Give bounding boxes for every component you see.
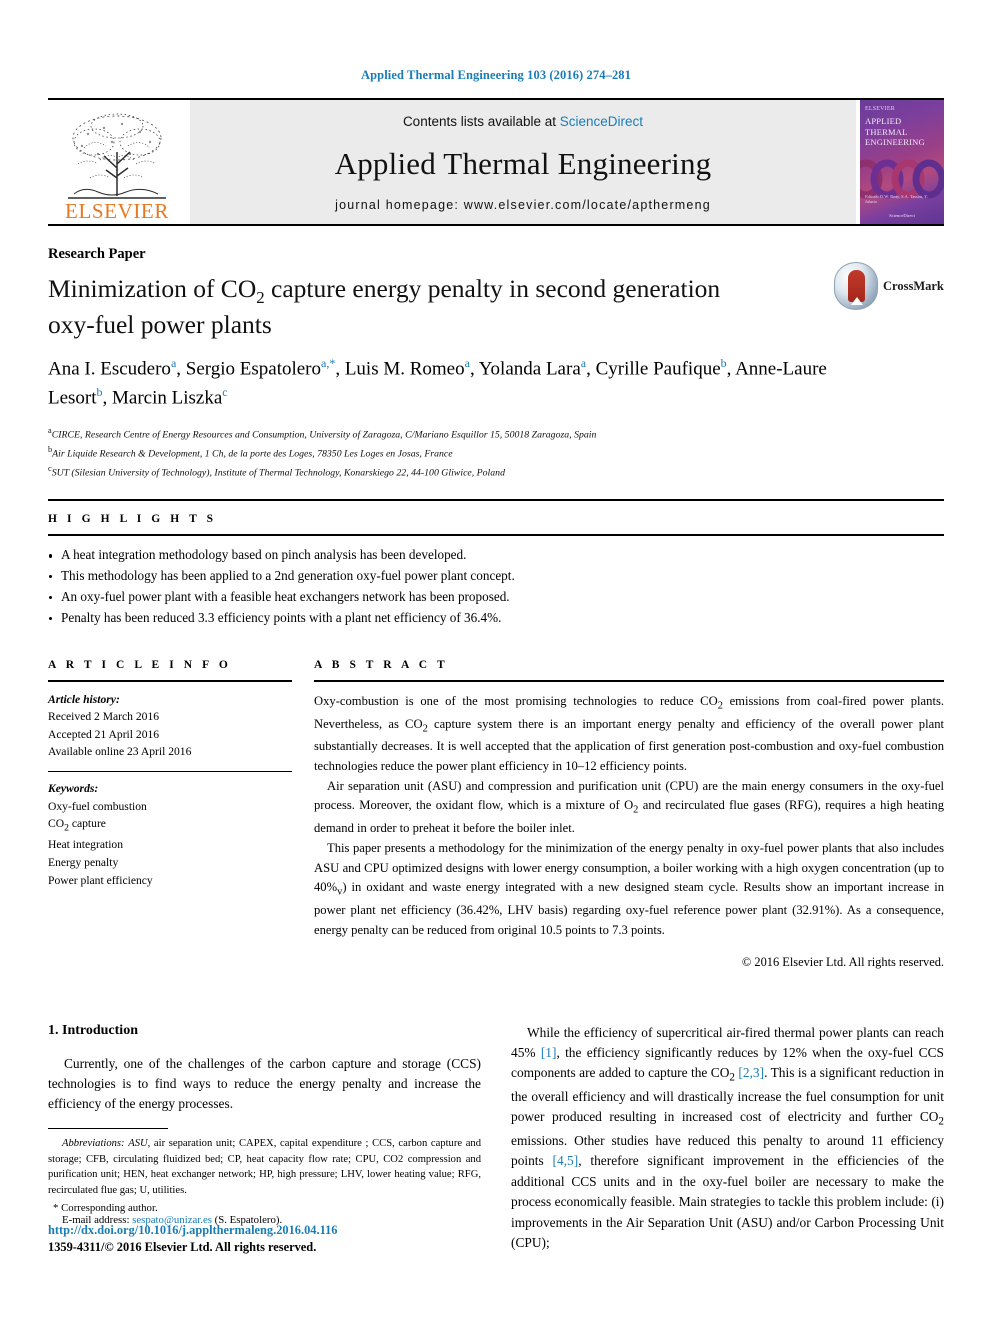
title-part-1: Minimization of CO bbox=[48, 274, 257, 303]
affiliation-text: Air Liquide Research & Development, 1 Ch… bbox=[52, 448, 453, 460]
body-column-right: While the efficiency of supercritical ai… bbox=[511, 1023, 944, 1254]
article-info-label: A R T I C L E I N F O bbox=[48, 658, 232, 671]
affiliation-item: bAir Liquide Research & Development, 1 C… bbox=[48, 443, 944, 462]
intro-subscript: 2 bbox=[938, 1116, 944, 1129]
article-history-item: Accepted 21 April 2016 bbox=[48, 727, 160, 741]
affiliation-item: aCIRCE, Research Centre of Energy Resour… bbox=[48, 424, 944, 443]
contents-prefix: Contents lists available at bbox=[402, 114, 560, 129]
corresponding-author-note: * Corresponding author. bbox=[53, 1201, 158, 1214]
section-heading-introduction: 1. Introduction bbox=[48, 1022, 138, 1038]
article-history-title: Article history: bbox=[48, 692, 120, 706]
keyword-co2-suffix: capture bbox=[68, 817, 106, 831]
cover-publisher: ELSEVIER bbox=[865, 106, 895, 112]
intro-paragraph-right: While the efficiency of supercritical ai… bbox=[511, 1023, 944, 1254]
author-name: Sergio Espatolero bbox=[185, 358, 322, 380]
cover-footer: ScienceDirect bbox=[889, 213, 915, 219]
article-history-item: Available online 23 April 2016 bbox=[48, 745, 192, 759]
journal-homepage-link[interactable]: journal homepage: www.elsevier.com/locat… bbox=[335, 198, 711, 212]
doi-footer: http://dx.doi.org/10.1016/j.applthermale… bbox=[48, 1222, 548, 1255]
article-info-body: Article history: Received 2 March 2016 A… bbox=[48, 682, 292, 889]
abbreviations-title: Abbreviations: bbox=[62, 1138, 125, 1149]
cover-line-2: THERMAL bbox=[865, 126, 908, 137]
elsevier-tree-icon bbox=[54, 108, 180, 200]
running-head: Applied Thermal Engineering 103 (2016) 2… bbox=[360, 68, 631, 82]
article-history-item: Received 2 March 2016 bbox=[48, 710, 160, 724]
author-name: Cyrille Paufique bbox=[595, 358, 721, 380]
crossmark-label: CrossMark bbox=[883, 278, 944, 293]
citation-link[interactable]: [4,5] bbox=[553, 1153, 579, 1168]
cover-title-block: ELSEVIER APPLIED THERMAL ENGINEERING bbox=[865, 106, 939, 148]
keyword-item: Power plant efficiency bbox=[48, 873, 153, 887]
author-affil-marker: a,* bbox=[321, 356, 336, 371]
journal-cover-thumbnail: ELSEVIER APPLIED THERMAL ENGINEERING Edi… bbox=[860, 100, 944, 224]
citation-link[interactable]: [2,3] bbox=[738, 1065, 764, 1080]
abstract-column: A B S T R A C T Oxy-combustion is one of… bbox=[314, 647, 944, 973]
author-list: Ana I. Escuderoa, Sergio Espatoleroa,*, … bbox=[48, 356, 827, 408]
list-item: Penalty has been reduced 3.3 efficiency … bbox=[48, 608, 944, 629]
cover-editors: Editors: D.W. Reay, S.A. Tassou, Y. Jalu… bbox=[865, 194, 928, 204]
author-name: Ana I. Escudero bbox=[48, 358, 171, 380]
issn-copyright: 1359-4311/© 2016 Elsevier Ltd. All right… bbox=[48, 1239, 317, 1254]
contents-available-line: Contents lists available at ScienceDirec… bbox=[403, 114, 643, 129]
highlights-list: A heat integration methodology based on … bbox=[48, 536, 944, 628]
footnote-area: Abbreviations: ASU, air separation unit;… bbox=[48, 1128, 481, 1226]
sciencedirect-link[interactable]: ScienceDirect bbox=[560, 114, 643, 129]
author-affil-marker: c bbox=[222, 384, 228, 399]
abstract-body: Oxy-combustion is one of the most promis… bbox=[314, 682, 944, 973]
author-affil-marker: a bbox=[170, 356, 177, 371]
author-affil-marker: b bbox=[96, 384, 103, 399]
author-name: Yolanda Lara bbox=[478, 358, 581, 380]
crossmark-badge[interactable]: CrossMark bbox=[834, 258, 944, 314]
abstract-label: A B S T R A C T bbox=[314, 658, 449, 671]
abstract-paragraph: This paper presents a methodology for th… bbox=[314, 839, 944, 940]
abstract-copyright: © 2016 Elsevier Ltd. All rights reserved… bbox=[741, 955, 944, 970]
elsevier-wordmark: ELSEVIER bbox=[65, 199, 169, 223]
author-affil-marker: b bbox=[720, 356, 727, 371]
abstract-text: ) in oxidant and waste energy integrated… bbox=[314, 880, 944, 937]
elsevier-logo: ELSEVIER bbox=[48, 100, 186, 224]
masthead-center: Contents lists available at ScienceDirec… bbox=[190, 100, 856, 224]
abstract-paragraph: Air separation unit (ASU) and compressio… bbox=[314, 777, 944, 839]
list-item: A heat integration methodology based on … bbox=[48, 545, 944, 566]
author-name: Marcin Liszka bbox=[112, 386, 223, 408]
title-block: Research Paper Minimization of CO2 captu… bbox=[48, 226, 944, 481]
cover-line-1: APPLIED bbox=[865, 115, 902, 126]
crossmark-icon bbox=[834, 262, 878, 310]
author-affil-marker: a bbox=[580, 356, 587, 371]
keyword-item: Heat integration bbox=[48, 838, 124, 852]
abbreviations-note: Abbreviations: ASU, air separation unit;… bbox=[48, 1136, 481, 1199]
affiliation-text: CIRCE, Research Centre of Energy Resourc… bbox=[51, 429, 597, 441]
highlights-label: H I G H L I G H T S bbox=[48, 513, 217, 526]
article-type-label: Research Paper bbox=[48, 246, 146, 262]
abbreviation-key: ASU bbox=[128, 1138, 148, 1149]
journal-masthead: ELSEVIER Contents lists available at Sci… bbox=[48, 100, 944, 224]
article-info-column: A R T I C L E I N F O Article history: R… bbox=[48, 647, 292, 973]
affiliation-text: SUT (Silesian University of Technology),… bbox=[51, 467, 505, 479]
abstract-text: Oxy-combustion is one of the most promis… bbox=[314, 693, 718, 708]
highlights-section: H I G H L I G H T S A heat integration m… bbox=[48, 499, 944, 628]
keyword-item: Oxy-fuel combustion bbox=[48, 799, 147, 813]
keyword-item: Energy penalty bbox=[48, 855, 119, 869]
affiliation-item: cSUT (Silesian University of Technology)… bbox=[48, 462, 944, 481]
author-affil-marker: a bbox=[464, 356, 470, 371]
paper-page: Applied Thermal Engineering 103 (2016) 2… bbox=[0, 0, 992, 1323]
cover-line-3: ENGINEERING bbox=[865, 137, 925, 148]
doi-link[interactable]: http://dx.doi.org/10.1016/j.applthermale… bbox=[48, 1222, 548, 1239]
list-item: An oxy-fuel power plant with a feasible … bbox=[48, 587, 944, 608]
page-title: Minimization of CO2 capture energy penal… bbox=[48, 273, 748, 341]
citation-link[interactable]: [1] bbox=[541, 1045, 557, 1060]
cover-artwork: ELSEVIER APPLIED THERMAL ENGINEERING Edi… bbox=[860, 100, 944, 224]
author-name: Luis M. Romeo bbox=[344, 358, 465, 380]
keyword-item: CO2 capture bbox=[48, 815, 292, 836]
footnote-rule bbox=[48, 1128, 168, 1129]
title-subscript: 2 bbox=[256, 288, 265, 308]
info-abstract-section: A R T I C L E I N F O Article history: R… bbox=[48, 647, 944, 973]
keywords-title: Keywords: bbox=[48, 782, 99, 796]
intro-paragraph-left: Currently, one of the challenges of the … bbox=[48, 1055, 481, 1112]
affiliation-list: aCIRCE, Research Centre of Energy Resour… bbox=[48, 424, 944, 481]
journal-title: Applied Thermal Engineering bbox=[334, 145, 712, 181]
list-item: This methodology has been applied to a 2… bbox=[48, 566, 944, 587]
keyword-co2-prefix: CO bbox=[48, 817, 65, 831]
abstract-paragraph: Oxy-combustion is one of the most promis… bbox=[314, 692, 944, 777]
